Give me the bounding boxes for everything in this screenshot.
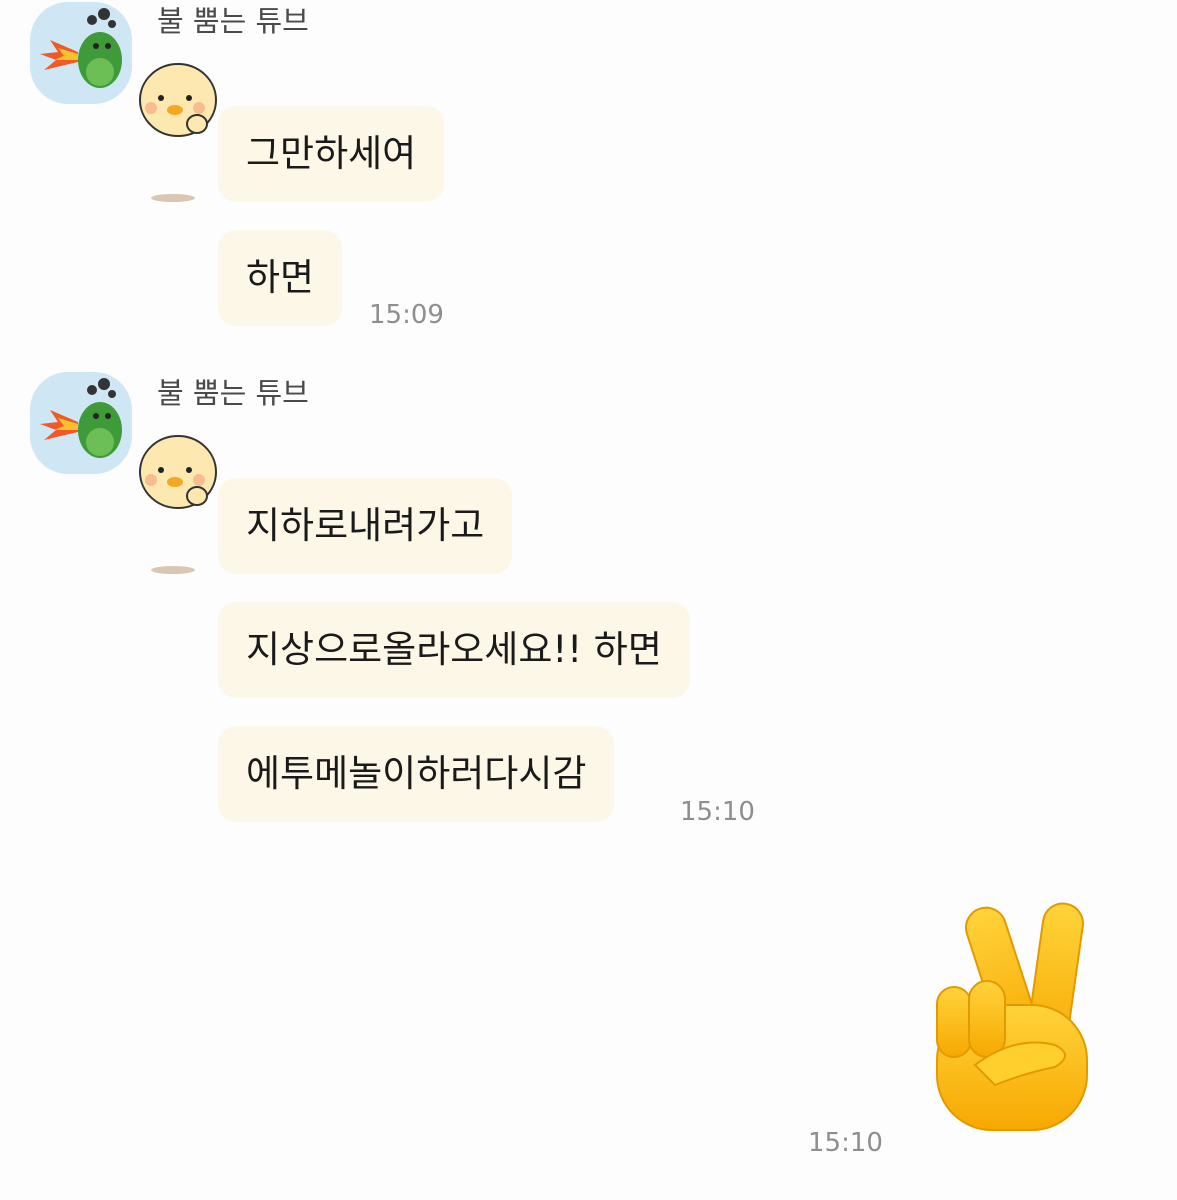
fire-breathing-tube-icon: [40, 8, 122, 88]
message-bubble[interactable]: 지하로내려가고: [218, 478, 513, 574]
message-bubble[interactable]: 에투메놀이하러다시감: [218, 726, 615, 822]
sender-avatar[interactable]: [30, 2, 132, 104]
message-timestamp: 15:10: [808, 1128, 883, 1158]
sender-avatar[interactable]: [30, 372, 132, 474]
message-bubble[interactable]: 그만하세여: [218, 106, 445, 202]
victory-hand-icon[interactable]: [925, 895, 1100, 1140]
message-timestamp: 15:09: [369, 300, 444, 330]
sender-name: 불 뿜는 튜브: [157, 376, 309, 410]
chick-avatar-icon: [139, 435, 217, 574]
fire-breathing-tube-icon: [40, 378, 122, 458]
chick-avatar-icon: [139, 63, 217, 202]
message-timestamp: 15:10: [680, 797, 755, 827]
sender-name: 불 뿜는 튜브: [157, 4, 309, 38]
message-bubble[interactable]: 지상으로올라오세요!! 하면: [218, 602, 690, 698]
message-bubble[interactable]: 하면: [218, 230, 343, 326]
